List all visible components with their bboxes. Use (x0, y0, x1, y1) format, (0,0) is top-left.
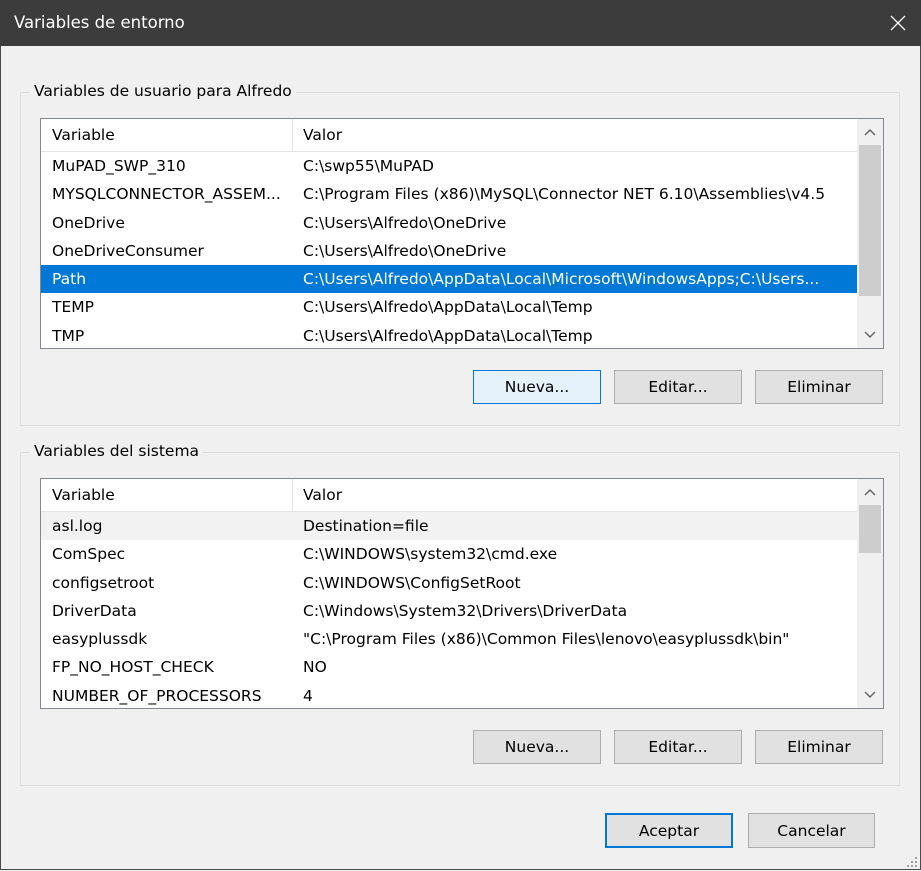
chevron-up-icon (864, 129, 876, 136)
close-button[interactable] (875, 0, 921, 46)
table-row[interactable]: DriverData C:\Windows\System32\Drivers\Dr… (41, 597, 857, 625)
variable-value-cell: "C:\Program Files (x86)\Common Files\len… (303, 630, 790, 649)
variable-name-cell: easyplussdk (52, 630, 148, 649)
user-edit-button[interactable]: Editar... (614, 370, 742, 404)
variable-value-cell: C:\Users\Alfredo\OneDrive (303, 241, 507, 260)
close-icon (890, 15, 906, 31)
variable-value-cell: C:\Users\Alfredo\AppData\Local\Microsoft… (303, 270, 820, 289)
system-edit-button[interactable]: Editar... (614, 730, 742, 764)
user-new-button[interactable]: Nueva... (473, 370, 601, 404)
table-row[interactable]: Path C:\Users\Alfredo\AppData\Local\Micro… (41, 265, 857, 294)
variable-name-cell: OneDriveConsumer (52, 241, 204, 260)
scroll-down-button[interactable] (857, 322, 883, 348)
list-header: Variable Valor (41, 119, 857, 152)
user-delete-button[interactable]: Eliminar (755, 370, 883, 404)
variable-name-cell: Path (52, 270, 87, 289)
chevron-down-icon (864, 691, 876, 698)
variable-value-cell: C:\Users\Alfredo\AppData\Local\Temp (303, 326, 593, 345)
resize-grip-icon[interactable] (904, 854, 918, 868)
table-row[interactable]: OneDriveConsumer C:\Users\Alfredo\OneDriv… (41, 237, 857, 265)
system-variables-list[interactable]: Variable Valor asl.log Destination=file Co… (40, 478, 884, 709)
user-variables-rows: MuPAD_SWP_310 C:\swp55\MuPAD MYSQLCONNECTO… (41, 152, 857, 348)
scroll-down-button[interactable] (857, 682, 883, 708)
column-divider[interactable] (292, 479, 293, 511)
user-variables-list[interactable]: Variable Valor MuPAD_SWP_310 C:\swp55\MuP… (40, 118, 884, 349)
variable-name-cell: TEMP (52, 298, 94, 317)
scroll-up-button[interactable] (857, 479, 883, 505)
window-title: Variables de entorno (14, 13, 185, 32)
table-row[interactable]: MuPAD_SWP_310 C:\swp55\MuPAD (41, 152, 857, 180)
chevron-up-icon (864, 489, 876, 496)
table-row[interactable]: TMP C:\Users\Alfredo\AppData\Local\Temp (41, 322, 857, 348)
variable-name-cell: configsetroot (52, 573, 155, 592)
variable-value-cell: C:\swp55\MuPAD (303, 157, 434, 175)
variable-value-cell: 4 (303, 686, 313, 705)
system-new-button[interactable]: Nueva... (473, 730, 601, 764)
user-variables-legend: Variables de usuario para Alfredo (30, 82, 296, 100)
list-header: Variable Valor (41, 479, 857, 512)
system-variables-group: Variables del sistema Variable Valor asl… (20, 442, 900, 786)
system-variables-rows: asl.log Destination=file ComSpec C:\WINDOWS… (41, 512, 857, 708)
variable-name-cell: OneDrive (52, 213, 125, 232)
variable-name-cell: MYSQLCONNECTOR_ASSEM... (52, 185, 281, 204)
variable-name-cell: TMP (52, 326, 85, 345)
column-header-variable[interactable]: Variable (52, 119, 115, 151)
variable-value-cell: C:\Users\Alfredo\AppData\Local\Temp (303, 298, 593, 317)
table-row[interactable]: OneDrive C:\Users\Alfredo\OneDrive (41, 209, 857, 237)
table-row[interactable]: asl.log Destination=file (41, 512, 857, 541)
variable-name-cell: NUMBER_OF_PROCESSORS (52, 686, 262, 705)
ok-button[interactable]: Aceptar (605, 813, 733, 848)
table-row[interactable]: TEMP C:\Users\Alfredo\AppData\Local\Temp (41, 293, 857, 321)
variable-value-cell: C:\Users\Alfredo\OneDrive (303, 213, 507, 232)
variable-value-cell: Destination=file (303, 517, 429, 535)
variable-name-cell: ComSpec (52, 545, 126, 564)
column-divider[interactable] (292, 119, 293, 151)
variable-value-cell: C:\Program Files (x86)\MySQL\Connector N… (303, 185, 826, 204)
variable-name-cell: DriverData (52, 601, 137, 620)
variable-name-cell: asl.log (52, 517, 103, 535)
system-delete-button[interactable]: Eliminar (755, 730, 883, 764)
chevron-down-icon (864, 331, 876, 338)
scroll-up-button[interactable] (857, 119, 883, 145)
variable-name-cell: FP_NO_HOST_CHECK (52, 658, 214, 677)
variable-value-cell: NO (303, 658, 327, 677)
scroll-thumb[interactable] (859, 145, 881, 296)
system-variables-legend: Variables del sistema (30, 442, 204, 460)
system-list-scrollbar[interactable] (857, 479, 883, 708)
table-row[interactable]: NUMBER_OF_PROCESSORS 4 (41, 682, 857, 708)
variable-value-cell: C:\Windows\System32\Drivers\DriverData (303, 601, 628, 620)
table-row[interactable]: MYSQLCONNECTOR_ASSEM... C:\Program Files … (41, 180, 857, 208)
column-header-variable[interactable]: Variable (52, 479, 115, 511)
variable-value-cell: C:\WINDOWS\system32\cmd.exe (303, 545, 558, 564)
table-row[interactable]: ComSpec C:\WINDOWS\system32\cmd.exe (41, 540, 857, 568)
scroll-thumb[interactable] (859, 505, 881, 553)
column-header-value[interactable]: Valor (303, 119, 342, 151)
cancel-button[interactable]: Cancelar (748, 813, 875, 848)
column-header-value[interactable]: Valor (303, 479, 342, 511)
table-row[interactable]: configsetroot C:\WINDOWS\ConfigSetRoot (41, 569, 857, 597)
variable-name-cell: MuPAD_SWP_310 (52, 157, 186, 175)
user-variables-group: Variables de usuario para Alfredo Variab… (20, 82, 900, 426)
table-row[interactable]: FP_NO_HOST_CHECK NO (41, 653, 857, 681)
table-row[interactable]: easyplussdk "C:\Program Files (x86)\Commo… (41, 625, 857, 653)
variable-value-cell: C:\WINDOWS\ConfigSetRoot (303, 573, 521, 592)
title-bar: Variables de entorno (0, 0, 921, 46)
user-list-scrollbar[interactable] (857, 119, 883, 348)
